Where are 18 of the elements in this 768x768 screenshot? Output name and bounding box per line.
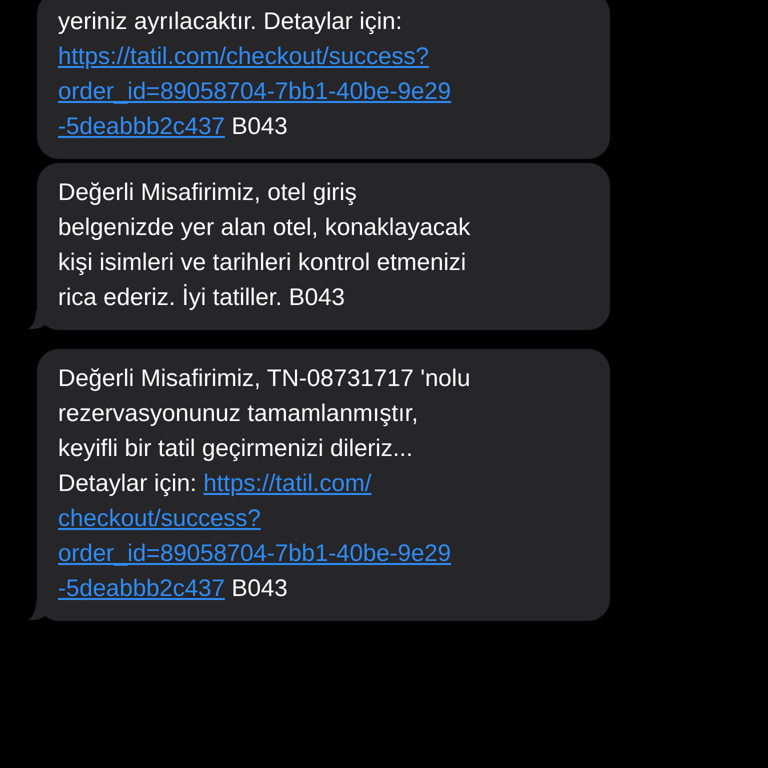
message-text: B043 <box>230 112 288 142</box>
message-text: B043 <box>230 574 288 604</box>
message-text: Değerli Misafirimiz, TN-08731717 'nolu <box>58 364 470 394</box>
message-link[interactable]: -5deabbb2c437 <box>58 109 225 144</box>
message-text: Değerli Misafirimiz, otel giriş <box>58 178 357 208</box>
message-link[interactable]: order_id=89058704-7bb1-40be-9e29 <box>58 74 451 109</box>
message-link[interactable]: -5deabbb2c437 <box>58 571 225 606</box>
message-text: yeriniz ayrılacaktır. Detaylar için: <box>58 7 402 37</box>
message-text: kişi isimleri ve tarihleri kontrol etmenizi <box>58 248 466 278</box>
message-link[interactable]: checkout/success? <box>58 501 261 536</box>
message-text: Detaylar için: <box>58 469 198 499</box>
message-text: belgenizde yer alan otel, konaklayacak <box>58 213 470 243</box>
message-text: rezervasyonunuz tamamlanmıştır, <box>58 399 418 429</box>
message-link[interactable]: https://tatil.com/ <box>203 466 372 501</box>
message-link[interactable]: https://tatil.com/checkout/success? <box>58 39 429 74</box>
message-link[interactable]: order_id=89058704-7bb1-40be-9e29 <box>58 536 451 571</box>
message-text: keyifli bir tatil geçirmenizi dileriz... <box>58 434 413 464</box>
message-text: rica ederiz. İyi tatiller. B043 <box>58 283 345 313</box>
